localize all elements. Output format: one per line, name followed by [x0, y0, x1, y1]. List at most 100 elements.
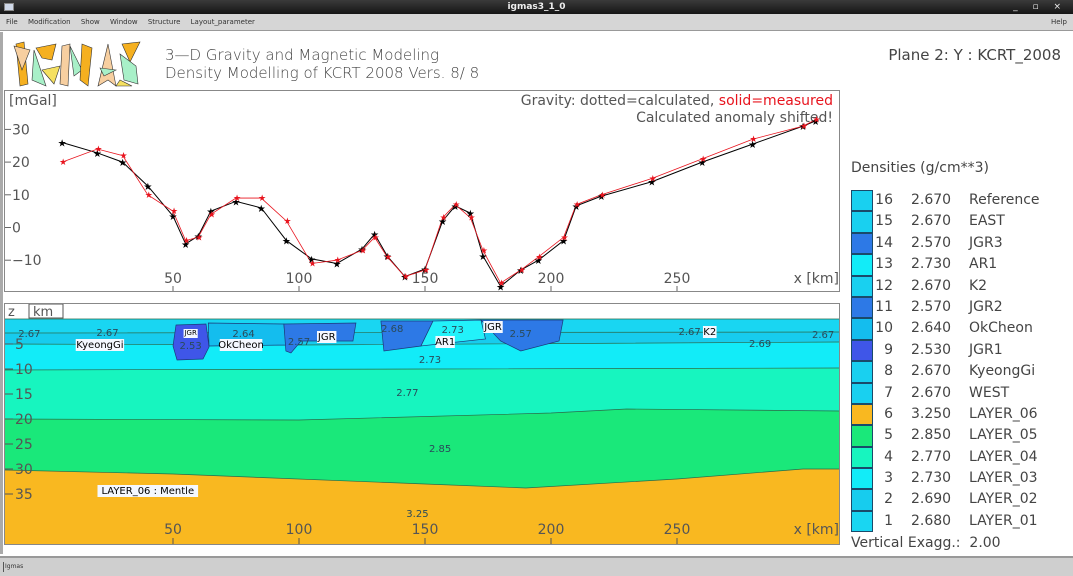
measured-point: ★ [440, 214, 448, 224]
body-number: 16 [875, 192, 893, 208]
density-value: 2.570 [911, 234, 952, 251]
gravity-plot[interactable]: [mGal] Gravity: dotted=calculated, solid=… [4, 90, 840, 292]
measured-point: ★ [573, 201, 581, 211]
x-tick-label: 250 [664, 271, 691, 287]
density-value: 2.670 [911, 213, 952, 230]
measured-point: ★ [813, 116, 821, 126]
menu-layout-parameter[interactable]: Layout_parameter [191, 14, 255, 31]
density-model-section[interactable]: z km510152025303550 100 150 200 250 x [km]2.67… [4, 303, 840, 545]
model-label: 3.25 [406, 509, 428, 520]
measured-point: ★ [258, 194, 266, 204]
body-number: 9 [884, 341, 893, 358]
density-row[interactable]: 12 2.670 K2 [851, 275, 1071, 297]
density-swatch [851, 446, 873, 469]
z-tick-label: 30 [15, 462, 33, 478]
window-controls[interactable]: _ ▫ × [1013, 0, 1067, 14]
measured-point: ★ [561, 233, 569, 243]
density-row[interactable]: 1 2.680 LAYER_01 [851, 510, 1071, 533]
density-value: 3.250 [911, 405, 952, 422]
body-number: 7 [884, 384, 893, 401]
measured-point: ★ [535, 253, 543, 263]
model-label: AR1 [435, 337, 455, 348]
density-row[interactable]: 8 2.670 KyeongGi [851, 361, 1071, 383]
measured-point: ★ [422, 266, 430, 276]
density-row[interactable]: 15 2.670 EAST [851, 211, 1071, 233]
density-swatch [851, 275, 873, 297]
measured-point: ★ [699, 155, 707, 165]
menu-window[interactable]: Window [110, 14, 138, 31]
model-label: LAYER_06 : Mentle [101, 486, 194, 497]
status-bar: Igmas [0, 556, 1073, 576]
density-swatch [851, 510, 873, 533]
igmas-logo [13, 41, 141, 87]
header-subtitle: Density Modelling of KCRT 2008 Vers. 8/ … [165, 64, 480, 82]
body-number: 12 [875, 277, 893, 294]
measured-point: ★ [518, 266, 526, 276]
density-value: 2.850 [911, 427, 952, 444]
header: 3—D Gravity and Magnetic Modeling Densit… [165, 46, 479, 82]
density-row[interactable]: 3 2.730 LAYER_03 [851, 468, 1071, 490]
x-tick-label: 50 [164, 271, 182, 287]
density-row[interactable]: 2 2.690 LAYER_02 [851, 489, 1071, 511]
density-swatch [851, 211, 873, 233]
body-number: 1 [884, 512, 893, 529]
measured-point: ★ [145, 191, 153, 201]
model-label: JGR [183, 329, 196, 337]
density-row[interactable]: 14 2.570 JGR3 [851, 232, 1071, 255]
model-label: 2.67 [96, 328, 118, 339]
model-label: 2.73 [442, 325, 464, 336]
density-swatch [851, 468, 873, 490]
body-name: AR1 [969, 256, 998, 273]
legend-text: Gravity: dotted=calculated, solid=measur… [521, 93, 833, 109]
menu-help[interactable]: Help [1051, 14, 1067, 31]
y-tick-label: 20 [12, 155, 30, 171]
density-swatch [851, 361, 873, 383]
z-tick-label: 25 [15, 437, 33, 453]
x-axis-label: x [km] [794, 271, 839, 287]
plane-label: Plane 2: Y : KCRT_2008 [888, 46, 1061, 64]
menu-modification[interactable]: Modification [28, 14, 71, 31]
measured-point: ★ [94, 145, 102, 155]
header-title: 3—D Gravity and Magnetic Modeling [165, 46, 440, 64]
density-value: 2.640 [911, 320, 952, 337]
menu-file[interactable]: File [6, 14, 18, 31]
density-row[interactable]: 10 2.640 OkCheon [851, 318, 1071, 340]
density-row[interactable]: 5 2.850 LAYER_05 [851, 425, 1071, 447]
model-label: KyeongGi [76, 340, 123, 351]
status-text: Igmas [3, 562, 24, 572]
body-name: LAYER_04 [969, 448, 1038, 465]
measured-point: ★ [183, 237, 191, 247]
density-row[interactable]: 13 2.730 AR1 [851, 254, 1071, 276]
z-tick-label: 35 [15, 487, 33, 503]
body-name: LAYER_01 [969, 512, 1038, 529]
density-row[interactable]: 4 2.770 LAYER_04 [851, 446, 1071, 469]
y-tick-label: −10 [12, 253, 42, 269]
density-row[interactable]: 11 2.570 JGR2 [851, 296, 1071, 319]
density-value: 2.670 [911, 277, 952, 294]
model-label: OkCheon [218, 340, 264, 351]
body-name: LAYER_06 [969, 405, 1038, 422]
density-swatch [851, 232, 873, 255]
density-swatch [851, 296, 873, 319]
body-number: 2 [884, 491, 893, 508]
body-name: Reference [969, 192, 1040, 208]
model-label: 2.73 [419, 355, 441, 366]
measured-point: ★ [59, 158, 67, 168]
density-row[interactable]: 7 2.670 WEST [851, 382, 1071, 404]
model-label: 2.67 [812, 330, 834, 341]
measured-point: ★ [170, 207, 178, 217]
density-row[interactable]: 16 2.670 Reference [851, 190, 1071, 212]
measured-point: ★ [283, 217, 291, 227]
z-axis-unit: km [33, 305, 53, 320]
density-row[interactable]: 9 2.530 JGR1 [851, 339, 1071, 362]
model-label: 2.53 [180, 341, 202, 352]
density-row[interactable]: 6 3.250 LAYER_06 [851, 403, 1071, 426]
menu-structure[interactable]: Structure [148, 14, 181, 31]
measured-point: ★ [208, 210, 216, 220]
measured-point: ★ [750, 135, 758, 145]
window-menu-icon[interactable] [4, 3, 14, 11]
density-swatch [851, 254, 873, 276]
calculated-point: ★ [282, 237, 291, 248]
menu-show[interactable]: Show [81, 14, 100, 31]
body-number: 11 [875, 298, 893, 315]
